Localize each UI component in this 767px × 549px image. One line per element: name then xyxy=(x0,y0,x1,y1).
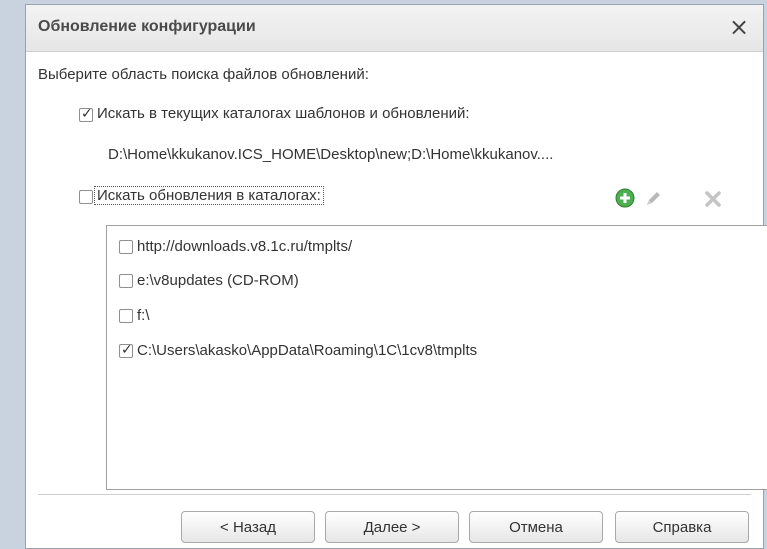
title-bar: Обновление конфигурации × xyxy=(26,5,763,52)
directory-checkbox[interactable]: ✓ xyxy=(119,342,133,358)
help-button[interactable]: Справка xyxy=(615,511,749,543)
directories-list[interactable]: http://downloads.v8.1c.ru/tmplts/ e:\v8u… xyxy=(106,225,767,490)
search-dirs-checkbox[interactable] xyxy=(79,190,93,204)
directory-path: C:\Users\akasko\AppData\Roaming\1C\1cv8\… xyxy=(137,342,478,359)
search-current-checkbox[interactable]: ✓ xyxy=(79,106,93,122)
add-icon[interactable] xyxy=(615,188,635,208)
next-button[interactable]: Далее > xyxy=(325,511,459,543)
directory-path: http://downloads.v8.1c.ru/tmplts/ xyxy=(137,238,353,255)
search-dirs-label-wrap[interactable]: Искать обновления в каталогах: xyxy=(94,186,324,205)
separator xyxy=(38,494,751,495)
directory-path: f:\ xyxy=(137,307,150,324)
checkmark-icon: ✓ xyxy=(81,106,93,122)
directory-checkbox[interactable] xyxy=(119,309,133,323)
back-button[interactable]: < Назад xyxy=(181,511,315,543)
dialog-title: Обновление конфигурации xyxy=(38,18,256,35)
delete-icon[interactable] xyxy=(703,189,723,209)
directory-path: e:\v8updates (CD-ROM) xyxy=(137,272,299,289)
directory-checkbox[interactable] xyxy=(119,274,133,288)
current-catalogs-path: D:\Home\kkukanov.ICS_HOME\Desktop\new;D:… xyxy=(108,146,554,163)
directory-checkbox[interactable] xyxy=(119,240,133,254)
cancel-button[interactable]: Отмена xyxy=(469,511,603,543)
checkmark-icon: ✓ xyxy=(121,342,133,358)
close-icon[interactable]: × xyxy=(725,13,753,41)
update-configuration-dialog: Обновление конфигурации × Выберите облас… xyxy=(25,4,767,549)
search-current-label[interactable]: Искать в текущих каталогах шаблонов и об… xyxy=(97,105,470,122)
search-area-prompt: Выберите область поиска файлов обновлени… xyxy=(38,66,369,83)
search-dirs-label: Искать обновления в каталогах: xyxy=(94,186,324,205)
pencil-icon[interactable] xyxy=(643,189,663,209)
